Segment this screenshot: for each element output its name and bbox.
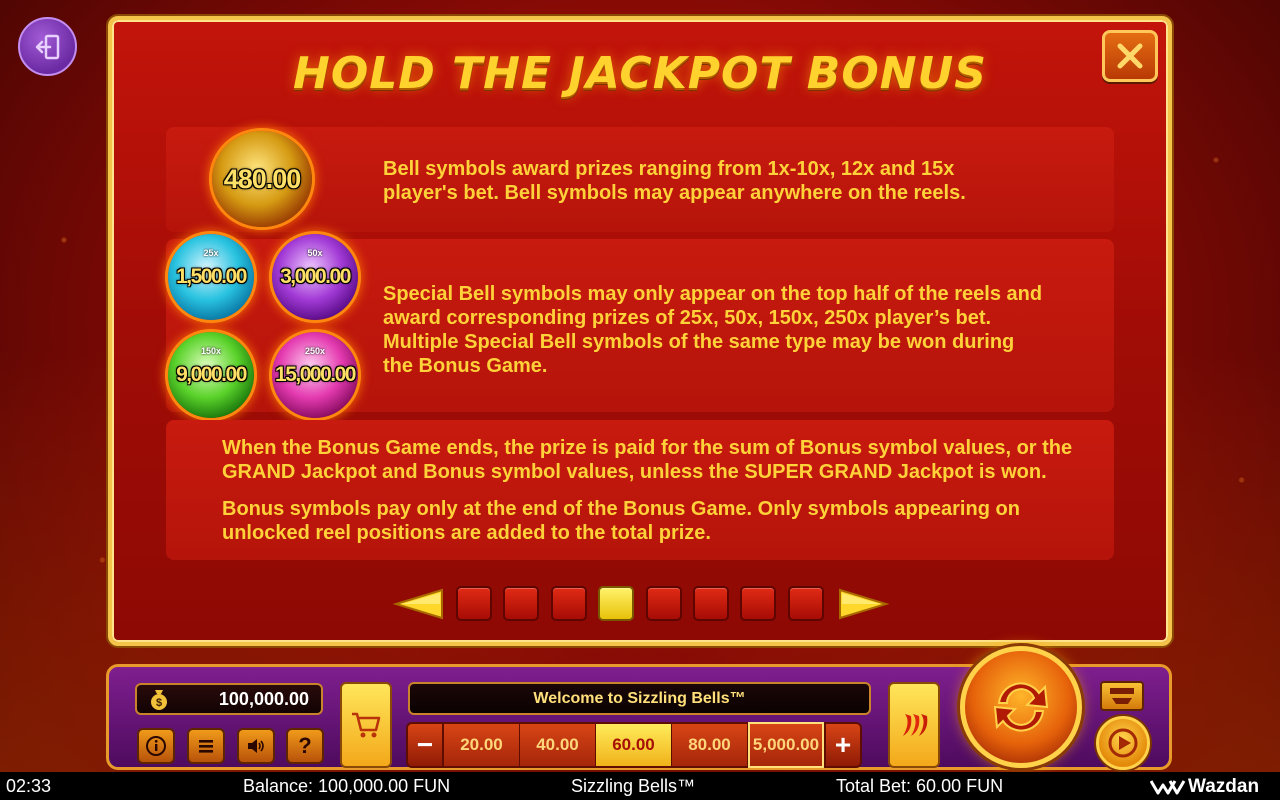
status-bar: 02:33 Balance: 100,000.00 FUN Sizzling B…: [0, 772, 1280, 800]
autoplay-icon: [1108, 728, 1138, 758]
page-dot-8[interactable]: [788, 586, 824, 621]
arrow-right-icon: [839, 588, 890, 620]
status-total-bet: Total Bet: 60.00 FUN: [836, 776, 1004, 796]
prev-page-button[interactable]: [392, 584, 444, 624]
green-bell-symbol: 150x 9,000.00: [168, 332, 254, 418]
gold-bell-symbol: 480.00: [212, 131, 312, 227]
page-title: HOLD THE JACKPOT BONUS: [293, 48, 987, 99]
feature-button[interactable]: [888, 682, 940, 768]
pink-bell-symbol: 250x 15,000.00: [272, 332, 358, 418]
pink-bell-value: 15,000.00: [275, 363, 356, 386]
next-page-button[interactable]: [838, 584, 890, 624]
page-dot-6[interactable]: [693, 586, 729, 621]
cart-icon: [352, 712, 381, 738]
page-dot-1[interactable]: [456, 586, 492, 621]
info-icon: [146, 736, 166, 756]
page-dot-7[interactable]: [740, 586, 776, 621]
balance-amount: 100,000.00: [218, 688, 309, 709]
bet-option-2[interactable]: 40.00: [520, 722, 596, 768]
bet-option-1[interactable]: 20.00: [444, 722, 520, 768]
close-icon: [1117, 43, 1143, 69]
purple-bell-value: 3,000.00: [280, 265, 351, 288]
turbo-icon: [1110, 688, 1134, 704]
menu-icon: [199, 740, 213, 753]
bonus-buy-button[interactable]: [340, 682, 392, 768]
svg-text:$: $: [156, 697, 162, 709]
row1-text: Bell symbols award prizes ranging from 1…: [383, 157, 966, 205]
info-button[interactable]: [137, 728, 175, 764]
arrow-left-icon: [392, 588, 443, 620]
page-dot-3[interactable]: [551, 586, 587, 621]
row3-p1-line1: When the Bonus Game ends, the prize is p…: [222, 437, 1073, 459]
bet-option-4[interactable]: 80.00: [672, 722, 748, 768]
page-dot-5[interactable]: [646, 586, 682, 621]
green-bell-mult: 150x: [200, 346, 222, 356]
bet-option-3-selected[interactable]: 60.00: [596, 722, 672, 768]
wazdan-logo: Wazdan: [1150, 776, 1259, 798]
green-bell-value: 9,000.00: [176, 363, 247, 386]
menu-button[interactable]: [187, 728, 225, 764]
purple-bell-mult: 50x: [307, 248, 323, 258]
money-bag-icon: $: [151, 690, 167, 710]
status-balance: Balance: 100,000.00 FUN: [243, 776, 451, 796]
row3-paragraph2: Bonus symbols pay only at the end of the…: [222, 497, 1020, 545]
pink-bell-mult: 250x: [304, 346, 326, 356]
page-dot-2[interactable]: [503, 586, 539, 621]
close-button[interactable]: [1102, 30, 1158, 82]
help-icon: ?: [298, 733, 312, 758]
status-game-name: Sizzling Bells™: [571, 776, 696, 796]
spin-button[interactable]: [960, 646, 1082, 768]
bet-decrease-button[interactable]: −: [406, 722, 444, 768]
cyan-bell-symbol: 25x 1,500.00: [168, 234, 254, 320]
cyan-bell-mult: 25x: [203, 248, 219, 258]
row3-paragraph1: When the Bonus Game ends, the prize is p…: [222, 436, 1072, 484]
row3-p2-line2: unlocked reel positions are added to the…: [222, 522, 711, 544]
balance-display: $ 100,000.00: [135, 683, 323, 715]
row3-p2-line1: Bonus symbols pay only at the end of the…: [222, 498, 1020, 520]
page-dot-4-active[interactable]: [598, 586, 634, 621]
row2-line1: Special Bell symbols may only appear on …: [383, 283, 1043, 305]
row2-line3: Multiple Special Bell symbols of the sam…: [383, 331, 1015, 353]
autoplay-button[interactable]: [1096, 716, 1150, 770]
message-display: Welcome to Sizzling Bells™: [408, 682, 871, 715]
sound-icon: [248, 739, 264, 753]
row1-line1: Bell symbols award prizes ranging from 1…: [383, 158, 955, 180]
row1-line2: player's bet. Bell symbols may appear an…: [383, 182, 966, 204]
turbo-button[interactable]: [1100, 681, 1144, 711]
bet-option-max[interactable]: 5,000.00: [748, 722, 824, 768]
chili-icon: [903, 714, 928, 736]
purple-bell-symbol: 50x 3,000.00: [272, 234, 358, 320]
cyan-bell-value: 1,500.00: [176, 265, 247, 288]
row3-p1-line2: GRAND Jackpot and Bonus symbol values, u…: [222, 461, 1047, 483]
spin-icon: [993, 682, 1049, 732]
row2-line4: the Bonus Game.: [383, 355, 548, 377]
bet-increase-button[interactable]: +: [824, 722, 862, 768]
sound-button[interactable]: [237, 728, 275, 764]
row2-line2: award corresponding prizes of 25x, 50x, …: [383, 307, 992, 329]
clock: 02:33: [6, 776, 52, 796]
gold-bell-value: 480.00: [223, 163, 302, 194]
row2-text: Special Bell symbols may only appear on …: [383, 282, 1042, 378]
wazdan-logo-icon: [1150, 780, 1186, 795]
help-button[interactable]: ?: [286, 728, 324, 764]
bet-selector: − 20.00 40.00 60.00 80.00 5,000.00 +: [406, 722, 862, 768]
brand-name: Wazdan: [1188, 776, 1260, 797]
